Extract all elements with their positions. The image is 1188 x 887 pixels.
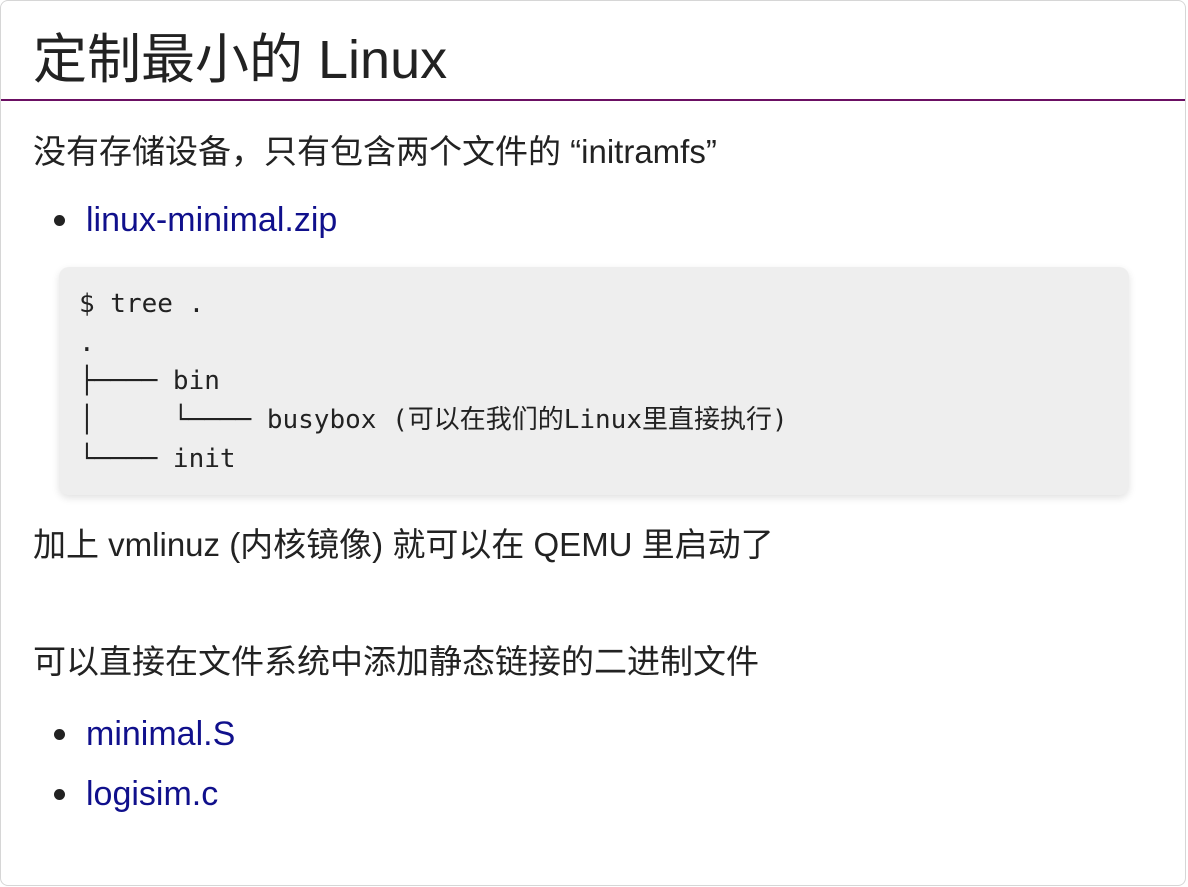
bullet-icon bbox=[54, 215, 65, 226]
slide-title: 定制最小的 Linux bbox=[33, 30, 448, 90]
slide: 定制最小的 Linux 没有存储设备，只有包含两个文件的 “initramfs”… bbox=[0, 0, 1186, 886]
bullet-icon bbox=[54, 789, 65, 800]
code-line: $ tree . bbox=[79, 289, 205, 319]
bullet-icon bbox=[54, 729, 65, 740]
list-item: minimal.S bbox=[33, 704, 235, 764]
list-item: logisim.c bbox=[33, 764, 235, 824]
code-block: $ tree . . ├──── bin │ └──── busybox (可以… bbox=[59, 267, 1129, 495]
top-link-list: linux-minimal.zip bbox=[33, 190, 337, 250]
bottom-link-list: minimal.S logisim.c bbox=[33, 704, 235, 824]
list-item: linux-minimal.zip bbox=[33, 190, 337, 250]
logisim-c-link[interactable]: logisim.c bbox=[86, 775, 218, 813]
code-line: │ └──── busybox (可以在我们的Linux里直接执行) bbox=[79, 405, 788, 436]
intro-text: 没有存储设备，只有包含两个文件的 “initramfs” bbox=[33, 133, 717, 170]
boot-text: 加上 vmlinuz (内核镜像) 就可以在 QEMU 里启动了 bbox=[33, 526, 774, 563]
title-divider bbox=[1, 99, 1185, 101]
linux-minimal-zip-link[interactable]: linux-minimal.zip bbox=[86, 201, 337, 239]
code-line: . bbox=[79, 327, 95, 358]
code-line: └──── init bbox=[79, 443, 236, 474]
static-link-text: 可以直接在文件系统中添加静态链接的二进制文件 bbox=[33, 643, 759, 680]
code-line: ├──── bin bbox=[79, 366, 220, 397]
minimal-s-link[interactable]: minimal.S bbox=[86, 715, 235, 753]
